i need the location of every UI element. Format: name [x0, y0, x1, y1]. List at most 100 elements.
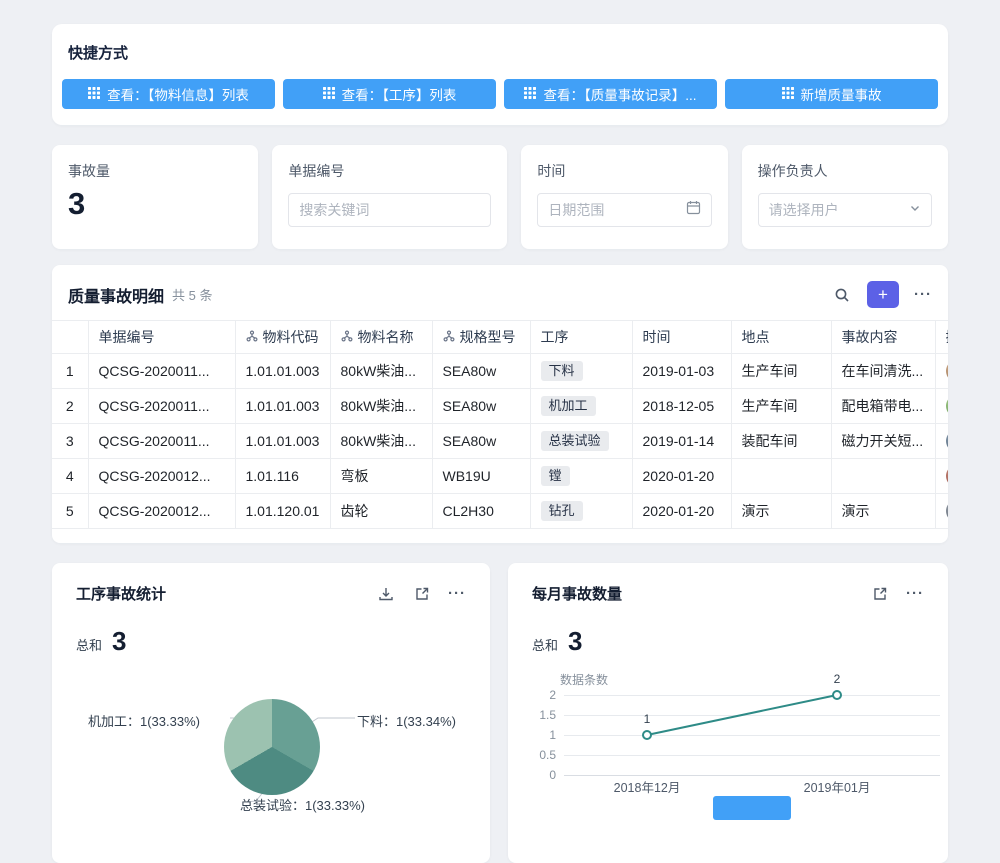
pie-more-menu[interactable]: ··· — [448, 585, 466, 602]
pie-label-cutting: 下料：1(33.34%) — [357, 711, 456, 730]
cell-operator — [935, 389, 948, 424]
operator-select[interactable]: 请选择用户 — [758, 193, 932, 227]
doc-no-search-box[interactable] — [288, 193, 491, 227]
table-row[interactable]: 3 QCSG-2020011... 1.01.01.003 80kW柴油... … — [52, 424, 948, 459]
col-material-code: 物料代码 — [235, 321, 330, 354]
cell-process: 下料 — [530, 354, 632, 389]
grid-icon — [88, 87, 100, 102]
doc-no-search-input[interactable] — [299, 202, 480, 218]
cell-doc-no: QCSG-2020011... — [88, 424, 235, 459]
row-index: 3 — [52, 424, 88, 459]
cell-place: 生产车间 — [731, 354, 831, 389]
shortcut-label: 查看：【质量事故记录】... — [543, 84, 696, 104]
line-chart: 1 2 — [508, 669, 948, 859]
cell-operator — [935, 494, 948, 529]
process-accident-pie-card: 工序事故统计 ··· 总和 3 机加工：1(33.33%) — [52, 563, 490, 863]
row-index: 1 — [52, 354, 88, 389]
table-row[interactable]: 1 QCSG-2020011... 1.01.01.003 80kW柴油... … — [52, 354, 948, 389]
search-icon[interactable] — [832, 285, 852, 305]
cell-spec: WB19U — [432, 459, 530, 494]
dashboard-page: 快捷方式 查看：【物料信息】列表 查看：【工序】列表 查看：【质量事故记录】..… — [52, 24, 948, 863]
cell-content: 磁力开关短... — [831, 424, 935, 459]
accident-count-label: 事故量 — [68, 161, 242, 181]
cell-process: 总装试验 — [530, 424, 632, 459]
download-icon[interactable] — [376, 584, 396, 604]
table-header-row: 单据编号 物料代码 物料名称 规格型号 工序 时间 地点 事故内容 操作负责人 — [52, 321, 948, 354]
cell-material-code: 1.01.01.003 — [235, 424, 330, 459]
cell-place — [731, 459, 831, 494]
detail-table-title: 质量事故明细 — [68, 283, 164, 307]
charts-row: 工序事故统计 ··· 总和 3 机加工：1(33.33%) — [52, 563, 948, 863]
monthly-accident-line-card: 每月事故数量 ··· 总和 3 数据条数 2 1.5 1 0.5 — [508, 563, 948, 863]
shortcut-view-process-list-button[interactable]: 查看：【工序】列表 — [283, 79, 496, 109]
process-tag: 镗 — [541, 466, 570, 486]
cell-spec: SEA80w — [432, 389, 530, 424]
relation-icon — [443, 329, 455, 345]
cell-content: 配电箱带电... — [831, 389, 935, 424]
cell-content — [831, 459, 935, 494]
add-record-button[interactable]: + — [867, 281, 899, 308]
col-place: 地点 — [731, 321, 831, 354]
grid-icon — [323, 87, 335, 102]
pie-total-label: 总和 — [76, 635, 102, 654]
shortcut-view-quality-records-button[interactable]: 查看：【质量事故记录】... — [504, 79, 717, 109]
line-chart-title: 每月事故数量 — [532, 583, 622, 604]
point-value-label: 1 — [644, 712, 651, 726]
operator-filter-card: 操作负责人 请选择用户 — [742, 145, 948, 249]
cell-date: 2020-01-20 — [632, 494, 731, 529]
cell-material-name: 齿轮 — [330, 494, 432, 529]
shortcut-label: 新增质量事故 — [801, 84, 882, 104]
cell-date: 2018-12-05 — [632, 389, 731, 424]
shortcut-view-material-list-button[interactable]: 查看：【物料信息】列表 — [62, 79, 275, 109]
cell-spec: SEA80w — [432, 424, 530, 459]
shortcut-add-quality-accident-button[interactable]: 新增质量事故 — [725, 79, 938, 109]
shortcuts-button-row: 查看：【物料信息】列表 查看：【工序】列表 查看：【质量事故记录】... 新增质… — [62, 79, 938, 109]
pie-label-machining: 机加工：1(33.33%) — [88, 711, 200, 730]
data-point — [643, 731, 651, 739]
relation-icon — [246, 329, 258, 345]
detail-table-count: 共 5 条 — [172, 285, 212, 304]
cell-material-name: 80kW柴油... — [330, 354, 432, 389]
calendar-icon[interactable] — [686, 200, 701, 220]
cell-date: 2020-01-20 — [632, 459, 731, 494]
doc-no-filter-card: 单据编号 — [272, 145, 507, 249]
date-range-placeholder: 日期范围 — [548, 200, 677, 220]
filter-row: 事故量 3 单据编号 时间 日期范围 操作负责人 请选择用户 — [52, 145, 948, 249]
pie-card-header: 工序事故统计 ··· — [52, 563, 490, 604]
date-range-picker[interactable]: 日期范围 — [537, 193, 711, 227]
avatar — [946, 395, 949, 417]
line-more-menu[interactable]: ··· — [906, 585, 924, 602]
line-total-value: 3 — [568, 626, 582, 657]
row-index: 4 — [52, 459, 88, 494]
operator-placeholder: 请选择用户 — [769, 200, 901, 220]
detail-table-card: 质量事故明细 共 5 条 + ··· 单据编号 物料代码 物料名称 规格型号 — [52, 265, 948, 543]
cell-material-name: 80kW柴油... — [330, 424, 432, 459]
data-point — [833, 691, 841, 699]
avatar — [946, 500, 949, 522]
cell-operator — [935, 424, 948, 459]
x-tick-jan-2019: 2019年01月 — [787, 777, 887, 796]
table-row[interactable]: 2 QCSG-2020011... 1.01.01.003 80kW柴油... … — [52, 389, 948, 424]
avatar — [946, 360, 949, 382]
detail-table-header: 质量事故明细 共 5 条 + ··· — [52, 265, 948, 320]
table-row[interactable]: 5 QCSG-2020012... 1.01.120.01 齿轮 CL2H30 … — [52, 494, 948, 529]
table-row[interactable]: 4 QCSG-2020012... 1.01.116 弯板 WB19U 镗 20… — [52, 459, 948, 494]
cell-doc-no: QCSG-2020012... — [88, 494, 235, 529]
col-index — [52, 321, 88, 354]
cell-material-code: 1.01.116 — [235, 459, 330, 494]
time-filter-card: 时间 日期范围 — [521, 145, 727, 249]
cell-material-name: 弯板 — [330, 459, 432, 494]
x-tick-dec-2018: 2018年12月 — [597, 777, 697, 796]
open-external-icon[interactable] — [870, 584, 890, 604]
pie-total-row: 总和 3 — [76, 626, 490, 657]
open-external-icon[interactable] — [412, 584, 432, 604]
shortcuts-title: 快捷方式 — [68, 42, 938, 63]
table-more-menu[interactable]: ··· — [914, 286, 932, 303]
cell-operator — [935, 459, 948, 494]
grid-icon — [524, 87, 536, 102]
avatar — [946, 465, 949, 487]
cell-date: 2019-01-03 — [632, 354, 731, 389]
col-material-name: 物料名称 — [330, 321, 432, 354]
pie-chart-title: 工序事故统计 — [76, 583, 166, 604]
cell-material-code: 1.01.120.01 — [235, 494, 330, 529]
